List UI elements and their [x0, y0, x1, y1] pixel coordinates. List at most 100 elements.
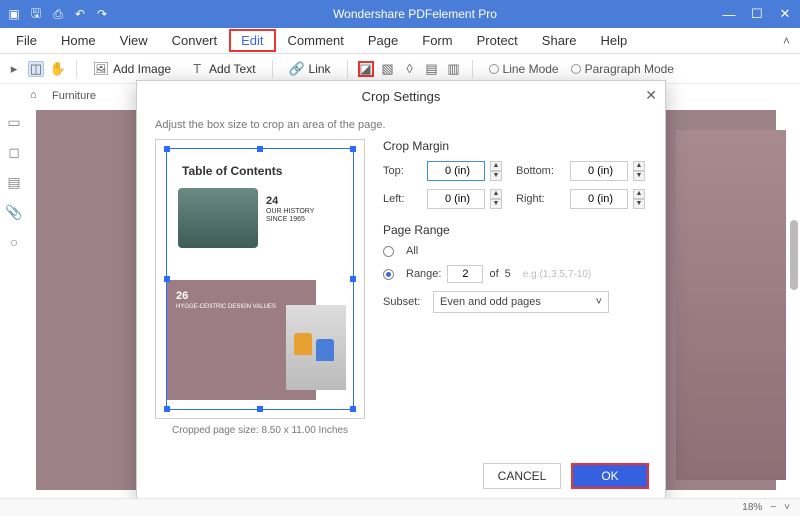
add-text-label: Add Text — [209, 62, 255, 76]
paragraph-mode-radio[interactable]: Paragraph Mode — [571, 62, 674, 76]
menu-protect[interactable]: Protect — [465, 29, 530, 52]
range-example: e.g.(1,3,5,7-10) — [523, 269, 591, 280]
crop-settings-dialog: Crop Settings ✕ Adjust the box size to c… — [136, 80, 666, 500]
radio-icon — [571, 64, 581, 74]
add-image-button[interactable]: 🖼 Add Image — [87, 58, 177, 80]
chevron-down-icon: ˅ — [596, 296, 602, 308]
top-input[interactable] — [427, 161, 485, 181]
bottom-label: Bottom: — [516, 165, 564, 177]
right-spin-down-icon[interactable]: ▼ — [633, 199, 645, 209]
menu-comment[interactable]: Comment — [276, 29, 356, 52]
bates-icon[interactable]: ▥ — [446, 61, 462, 77]
collapse-ribbon-icon[interactable]: ˄ — [783, 34, 790, 48]
crop-icon[interactable]: ◪ — [358, 61, 374, 77]
menu-help[interactable]: Help — [589, 29, 640, 52]
right-label: Right: — [516, 193, 564, 205]
dialog-hint: Adjust the box size to crop an area of t… — [137, 111, 665, 139]
cancel-button[interactable]: CANCEL — [483, 463, 561, 489]
bottom-spin-up-icon[interactable]: ▲ — [633, 161, 645, 171]
dialog-header: Crop Settings ✕ — [137, 81, 665, 111]
ok-button[interactable]: OK — [571, 463, 649, 489]
left-input[interactable] — [427, 189, 485, 209]
print-icon[interactable]: ⎙ — [50, 6, 66, 22]
undo-icon[interactable]: ↶ — [72, 6, 88, 22]
chevron-down-icon[interactable]: ˅ — [784, 502, 790, 513]
text-icon: T — [189, 61, 205, 77]
status-bar: 18% − ˅ — [0, 498, 800, 516]
zoom-out-icon[interactable]: − — [770, 502, 776, 513]
all-label: All — [406, 245, 418, 257]
crop-frame[interactable] — [166, 148, 354, 410]
range-radio[interactable] — [383, 269, 394, 280]
of-label: of — [489, 268, 498, 280]
menu-file[interactable]: File — [4, 29, 49, 52]
zoom-value: 18% — [742, 502, 762, 513]
background-icon[interactable]: ◊ — [402, 61, 418, 77]
crop-handle-tm[interactable] — [257, 146, 263, 152]
hand-icon[interactable]: ✋ — [50, 61, 66, 77]
save-icon[interactable]: 🖫 — [28, 6, 44, 22]
search-panel-icon[interactable]: ○ — [6, 234, 22, 250]
redo-icon[interactable]: ↷ — [94, 6, 110, 22]
left-spin-up-icon[interactable]: ▲ — [490, 189, 502, 199]
crop-controls: Crop Margin Top: ▲▼ Bottom: ▲▼ Left: ▲▼ … — [383, 139, 647, 436]
add-image-label: Add Image — [113, 62, 171, 76]
watermark-icon[interactable]: ▧ — [380, 61, 396, 77]
top-spin-down-icon[interactable]: ▼ — [490, 171, 502, 181]
scrollbar-vertical[interactable] — [790, 220, 798, 290]
top-spin-up-icon[interactable]: ▲ — [490, 161, 502, 171]
top-label: Top: — [383, 165, 421, 177]
left-spin-down-icon[interactable]: ▼ — [490, 199, 502, 209]
home-icon[interactable]: ⌂ — [30, 89, 44, 103]
crop-handle-bl[interactable] — [164, 406, 170, 412]
subset-select[interactable]: Even and odd pages ˅ — [433, 291, 609, 313]
close-icon[interactable]: ✕ — [776, 5, 794, 23]
right-input[interactable] — [570, 189, 628, 209]
attachments-icon[interactable]: 📎 — [6, 204, 22, 220]
dialog-close-icon[interactable]: ✕ — [645, 87, 657, 104]
bottom-input[interactable] — [570, 161, 628, 181]
select-object-icon[interactable]: ◫ — [28, 61, 44, 77]
menu-home[interactable]: Home — [49, 29, 108, 52]
range-input[interactable] — [447, 265, 483, 283]
crop-handle-mr[interactable] — [350, 276, 356, 282]
crop-handle-ml[interactable] — [164, 276, 170, 282]
range-total: 5 — [505, 268, 511, 280]
bookmarks-icon[interactable]: ◻ — [6, 144, 22, 160]
select-arrow-icon[interactable]: ▸ — [6, 61, 22, 77]
subset-label: Subset: — [383, 296, 427, 308]
menu-share[interactable]: Share — [530, 29, 589, 52]
crop-handle-tr[interactable] — [350, 146, 356, 152]
all-radio[interactable] — [383, 246, 394, 257]
menu-form[interactable]: Form — [410, 29, 464, 52]
subset-value: Even and odd pages — [440, 296, 541, 308]
add-text-button[interactable]: T Add Text — [183, 58, 261, 80]
crop-margin-label: Crop Margin — [383, 139, 647, 153]
minimize-icon[interactable]: — — [720, 5, 738, 23]
link-button[interactable]: 🔗Link — [283, 58, 337, 80]
crop-handle-tl[interactable] — [164, 146, 170, 152]
preview-caption: Cropped page size: 8.50 x 11.00 Inches — [155, 419, 365, 436]
crop-handle-bm[interactable] — [257, 406, 263, 412]
menubar: File Home View Convert Edit Comment Page… — [0, 28, 800, 54]
titlebar: ▣ 🖫 ⎙ ↶ ↷ Wondershare PDFelement Pro — ☐… — [0, 0, 800, 28]
crop-preview: Table of Contents 24 OUR HISTORY SINCE 1… — [155, 139, 365, 436]
menu-edit[interactable]: Edit — [229, 29, 275, 52]
comments-icon[interactable]: ▤ — [6, 174, 22, 190]
menu-convert[interactable]: Convert — [160, 29, 230, 52]
header-footer-icon[interactable]: ▤ — [424, 61, 440, 77]
menu-page[interactable]: Page — [356, 29, 410, 52]
bottom-spin-down-icon[interactable]: ▼ — [633, 171, 645, 181]
dialog-title: Crop Settings — [362, 89, 441, 104]
crop-handle-br[interactable] — [350, 406, 356, 412]
right-spin-up-icon[interactable]: ▲ — [633, 189, 645, 199]
preview-page[interactable]: Table of Contents 24 OUR HISTORY SINCE 1… — [155, 139, 365, 419]
document-tab[interactable]: Furniture — [52, 90, 96, 102]
maximize-icon[interactable]: ☐ — [748, 5, 766, 23]
menu-view[interactable]: View — [108, 29, 160, 52]
paragraph-mode-label: Paragraph Mode — [585, 62, 674, 76]
line-mode-radio[interactable]: Line Mode — [489, 62, 559, 76]
thumbnails-icon[interactable]: ▭ — [6, 114, 22, 130]
image-icon: 🖼 — [93, 61, 109, 77]
left-label: Left: — [383, 193, 421, 205]
